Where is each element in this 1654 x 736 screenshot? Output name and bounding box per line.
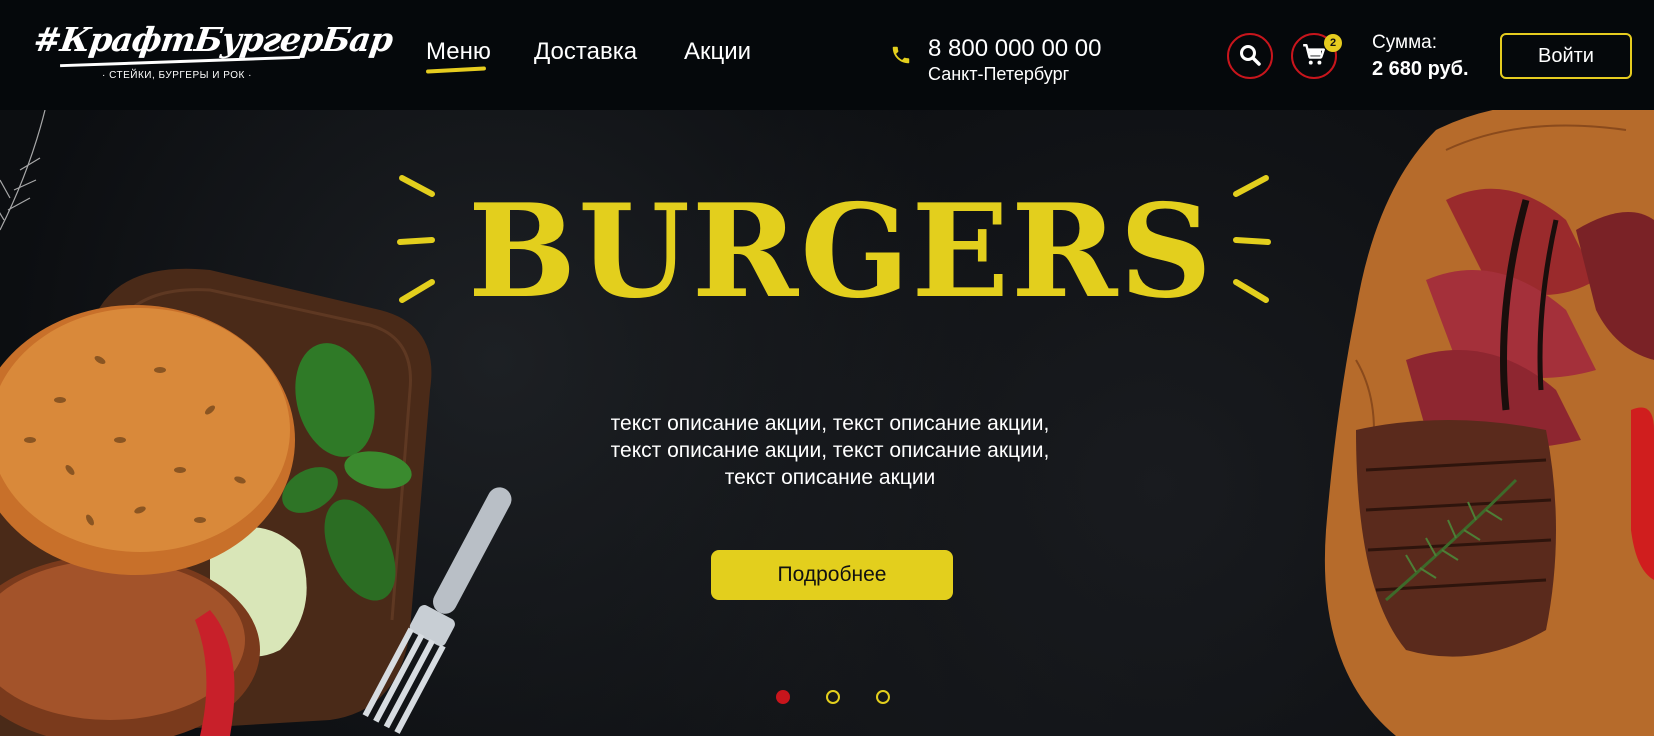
site-header: #КрафтБургерБар · СТЕЙКИ, БУРГЕРЫ И РОК …	[0, 0, 1654, 110]
title-rays-left	[397, 175, 435, 303]
more-details-button[interactable]: Подробнее	[711, 550, 953, 600]
slider-dot-3[interactable]	[876, 690, 890, 704]
cart-sum-value: 2 680 руб.	[1372, 58, 1469, 80]
phone-number[interactable]: 8 800 000 00 00	[928, 35, 1102, 63]
nav-item-label: Меню	[426, 38, 491, 65]
phone-icon	[890, 44, 912, 66]
hero-description: текст описание акции, текст описание акц…	[560, 410, 1100, 491]
login-button[interactable]: Войти	[1500, 33, 1632, 79]
hero-description-line: текст описание акции, текст описание акц…	[610, 439, 1050, 462]
logo-tagline: · СТЕЙКИ, БУРГЕРЫ И РОК ·	[102, 70, 252, 81]
slider-dot-2[interactable]	[826, 690, 840, 704]
nav-item-promotions[interactable]: Акции	[684, 38, 751, 66]
steak-image	[1296, 110, 1654, 736]
cart-sum-label: Сумма:	[1372, 32, 1437, 53]
hero-title: BURGERS	[468, 177, 1214, 327]
hero-banner: BURGERS текст описание акции, текст опис…	[0, 110, 1654, 736]
city-label: Санкт-Петербург	[928, 64, 1070, 84]
nav-item-menu[interactable]: Меню	[425, 38, 491, 74]
hero-description-line: текст описание акции	[724, 466, 936, 489]
logo[interactable]: #КрафтБургерБар · СТЕЙКИ, БУРГЕРЫ И РОК …	[31, 18, 395, 88]
search-button[interactable]	[1227, 33, 1273, 79]
slider-dot-1[interactable]	[776, 690, 790, 704]
logo-text: #КрафтБургерБар	[31, 20, 395, 59]
nav-active-underline	[425, 66, 487, 74]
title-rays-right	[1233, 175, 1271, 303]
burger-image	[0, 110, 540, 736]
nav-item-delivery[interactable]: Доставка	[534, 38, 637, 66]
search-icon	[1238, 43, 1262, 70]
hero-description-line: текст описание акции, текст описание акц…	[610, 412, 1050, 435]
cart-count-badge: 2	[1324, 34, 1342, 52]
cart-icon	[1301, 42, 1327, 71]
